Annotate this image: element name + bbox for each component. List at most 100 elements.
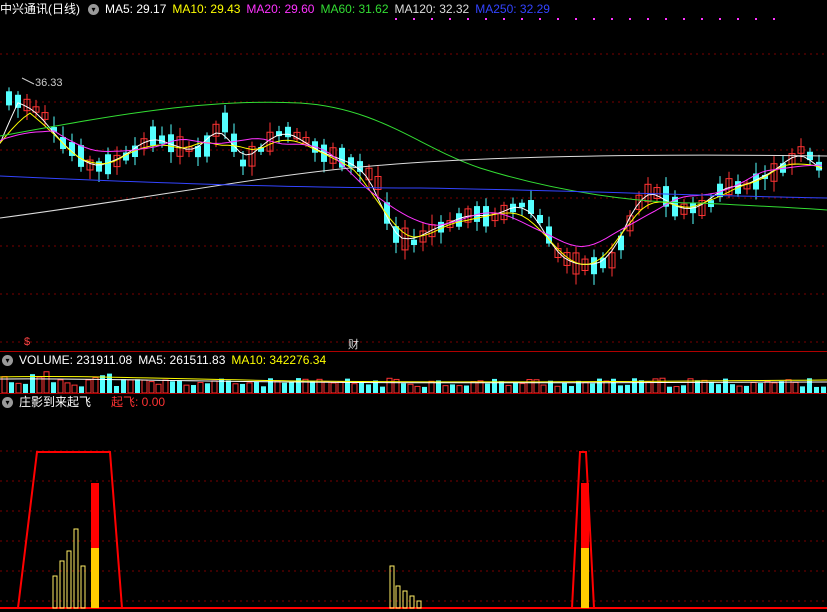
signal-dot (701, 18, 703, 20)
volume-bar (519, 383, 526, 393)
signal-dot (413, 18, 415, 20)
indicator-yellow-bar (91, 548, 99, 608)
candle-body (240, 159, 246, 167)
main-panel-header: 中兴通讯(日线) ▾ MA5: 29.17 MA10: 29.43 MA20: 29.6… (0, 0, 556, 18)
ma5-label: MA5: 29.17 (105, 2, 167, 16)
signal-dot (539, 18, 541, 20)
indicator-bar (73, 528, 79, 609)
volume-bar (470, 381, 477, 393)
ma20-line (0, 130, 822, 248)
signal-dot (485, 18, 487, 20)
stock-title: 中兴通讯(日线) (0, 2, 80, 16)
volume-bar (155, 383, 162, 393)
volume-bar (141, 379, 148, 393)
signal-trapezoid (17, 451, 123, 609)
volume-bar (121, 379, 126, 393)
volume-bar (345, 378, 350, 393)
volume-bar (36, 376, 43, 393)
indicator-bar (389, 565, 395, 609)
volume-bar (57, 379, 64, 393)
candle-body (105, 154, 111, 175)
dividend-marker[interactable]: $ (24, 336, 30, 348)
volume-bar (792, 381, 799, 393)
volume-bar (148, 381, 155, 393)
indicator-title: 庄影到来起飞 (19, 395, 92, 409)
signal-dot (449, 18, 451, 20)
signal-dot (611, 18, 613, 20)
volume-bar (15, 382, 22, 393)
volume-chart[interactable] (0, 369, 827, 393)
volume-toggle-icon[interactable]: ▾ (2, 355, 13, 367)
candle-body (519, 202, 525, 208)
volume-bar (569, 385, 574, 393)
indicator-bar (80, 565, 86, 609)
volume-bar (716, 384, 721, 393)
volume-ma10-label: MA10: 342276.34 (231, 353, 327, 367)
signal-dot (737, 18, 739, 20)
volume-bar (282, 382, 287, 393)
volume-bar (170, 381, 175, 393)
volume-bar (632, 378, 637, 393)
signal-dot (467, 18, 469, 20)
volume-bar (386, 377, 393, 393)
price-chart[interactable] (0, 18, 827, 351)
signal-dot (395, 18, 397, 20)
candle-body (222, 112, 228, 133)
indicator-red-bar (91, 483, 99, 548)
volume-bar (562, 382, 567, 393)
volume-bar (337, 381, 344, 393)
signal-dot (431, 18, 433, 20)
signal-dot (665, 18, 667, 20)
volume-bar (625, 384, 630, 393)
signal-dot (773, 18, 775, 20)
ma60-label: MA60: 31.62 (320, 2, 389, 16)
indicator-panel-header: ▾ 庄影到来起飞 起飞: 0.00 (0, 393, 171, 411)
indicator-toggle-icon[interactable]: ▾ (2, 397, 13, 409)
volume-ma5-label: MA5: 261511.83 (138, 353, 226, 367)
candle-body (231, 133, 237, 152)
indicator-value: 起飞: 0.00 (111, 395, 166, 409)
signal-dot (575, 18, 577, 20)
ma250-line (0, 175, 827, 199)
volume-bar (450, 384, 455, 393)
volume-bar (351, 383, 358, 393)
volume-bar (597, 378, 602, 393)
indicator-bar (395, 585, 401, 609)
volume-bar (645, 381, 652, 393)
volume-bar (64, 382, 71, 393)
volume-bar (618, 385, 623, 393)
indicator-chart[interactable] (0, 411, 827, 612)
volume-bar (274, 380, 281, 393)
settings-toggle-icon[interactable]: ▾ (88, 4, 99, 16)
volume-bar (85, 379, 92, 393)
volume-panel-header: ▾ VOLUME: 231911.08 MA5: 261511.83 MA10: 34… (0, 351, 332, 369)
volume-bar (554, 385, 561, 393)
volume-bar (359, 382, 364, 393)
volume-bar (590, 383, 595, 393)
volume-bar (162, 379, 169, 393)
volume-bar (127, 379, 134, 393)
volume-bar (261, 386, 266, 393)
signal-dot (755, 18, 757, 20)
financial-report-marker[interactable]: 财 (348, 336, 359, 352)
volume-bar (513, 382, 518, 393)
candle-body (15, 94, 21, 108)
signal-dot (503, 18, 505, 20)
volume-bar (79, 386, 84, 393)
candle-body (150, 126, 156, 146)
volume-bar (750, 381, 757, 393)
volume-bar (492, 378, 497, 393)
volume-bar (197, 381, 204, 393)
volume-bar (51, 382, 56, 393)
volume-bar (442, 385, 449, 393)
indicator-bar (52, 575, 58, 609)
volume-bar (226, 380, 231, 393)
indicator-red-bar (581, 483, 589, 548)
ma10-label: MA10: 29.43 (172, 2, 241, 16)
volume-bar (232, 383, 239, 393)
volume-bar (191, 385, 196, 393)
volume-bar (764, 380, 771, 393)
candle-body (411, 239, 417, 246)
signal-dot (521, 18, 523, 20)
volume-bar (23, 383, 28, 393)
